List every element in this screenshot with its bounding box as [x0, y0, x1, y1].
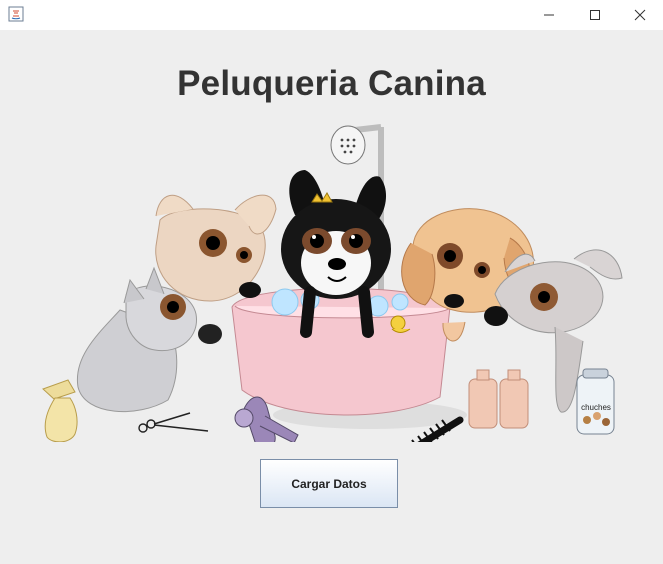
chihuahua-illustration: [155, 194, 277, 302]
shampoo-bottles-icon: [468, 369, 529, 429]
minimize-icon: [544, 14, 554, 16]
maximize-button[interactable]: [572, 0, 618, 30]
treat-jar-label: chuches: [581, 403, 611, 412]
treat-jar-icon: chuches: [576, 368, 615, 435]
main-panel: Peluqueria Canina chuches Cargar Datos: [0, 30, 663, 564]
title-bar: [0, 0, 663, 30]
application-window: Peluqueria Canina chuches Cargar Datos: [0, 0, 663, 564]
java-app-icon: [8, 6, 24, 22]
spray-bottle-icon: [42, 379, 78, 442]
maximize-icon: [590, 10, 600, 20]
close-button[interactable]: [617, 0, 663, 30]
scissors-icon: [138, 412, 209, 433]
page-title: Peluqueria Canina: [177, 64, 486, 103]
dog-grooming-illustration: chuches: [42, 124, 623, 442]
close-icon: [634, 9, 646, 21]
load-data-button[interactable]: Cargar Datos: [260, 459, 398, 508]
minimize-button[interactable]: [526, 0, 572, 30]
